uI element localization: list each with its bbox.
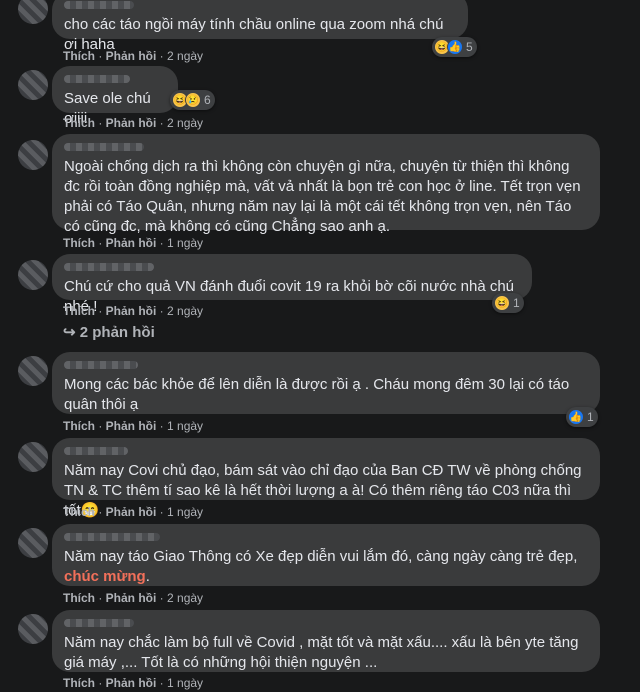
author-name[interactable] — [64, 75, 130, 83]
reply-button[interactable]: Phản hồi — [106, 236, 157, 250]
like-button[interactable]: Thích — [63, 116, 95, 130]
author-name[interactable] — [64, 263, 154, 271]
reply-button[interactable]: Phản hồi — [106, 419, 157, 433]
timestamp[interactable]: 2 ngày — [167, 49, 203, 63]
timestamp[interactable]: 1 ngày — [167, 236, 203, 250]
comment-actions: Thích · Phản hồi · 1 ngày — [63, 236, 204, 250]
view-replies-link[interactable]: ↪ 2 phản hồi — [63, 323, 155, 341]
timestamp[interactable]: 2 ngày — [167, 304, 203, 318]
reaction-summary[interactable]: 😆 😢 6 — [170, 90, 215, 110]
reply-button[interactable]: Phản hồi — [106, 676, 157, 690]
avatar[interactable] — [18, 70, 48, 100]
like-button[interactable]: Thích — [63, 676, 95, 690]
comment-actions: Thích · Phản hồi · 1 ngày — [63, 505, 204, 519]
author-name[interactable] — [64, 1, 134, 9]
comment-bubble: Năm nay chắc làm bộ full về Covid , mặt … — [52, 610, 600, 672]
comment-bubble: Năm nay Covi chủ đạo, bám sát vào chỉ đạ… — [52, 438, 600, 519]
like-button[interactable]: Thích — [63, 49, 95, 63]
timestamp[interactable]: 1 ngày — [167, 676, 203, 690]
like-icon: 👍 — [447, 39, 463, 55]
reaction-summary[interactable]: 😆 👍 5 — [432, 37, 477, 57]
reply-button[interactable]: Phản hồi — [106, 49, 157, 63]
author-name[interactable] — [64, 143, 144, 151]
comment-bubble: Chú cứ cho quả VN đánh đuổi covit 19 ra … — [52, 254, 532, 315]
reaction-count: 6 — [204, 93, 211, 107]
avatar[interactable] — [18, 260, 48, 290]
comment-actions: Thích · Phản hồi · 2 ngày — [63, 116, 204, 130]
comment-text-part: . — [145, 568, 150, 585]
reply-button[interactable]: Phản hồi — [106, 591, 157, 605]
timestamp[interactable]: 2 ngày — [167, 116, 203, 130]
reaction-count: 5 — [466, 40, 473, 54]
comment-text: Mong các bác khỏe để lên diễn là được rồ… — [64, 376, 570, 413]
reply-button[interactable]: Phản hồi — [106, 505, 157, 519]
avatar[interactable] — [18, 0, 48, 24]
haha-icon: 😆 — [494, 295, 510, 311]
like-button[interactable]: Thích — [63, 236, 95, 250]
sad-icon: 😢 — [185, 92, 201, 108]
avatar[interactable] — [18, 140, 48, 170]
comment-bubble: Mong các bác khỏe để lên diễn là được rồ… — [52, 352, 600, 414]
comment-text-part: Năm nay táo Giao Thông có Xe đẹp diễn vu… — [64, 548, 578, 565]
timestamp[interactable]: 1 ngày — [167, 505, 203, 519]
comment-text: Năm nay chắc làm bộ full về Covid , mặt … — [64, 634, 579, 671]
avatar[interactable] — [18, 442, 48, 472]
comment-bubble: Save ole chú ơiiii — [52, 66, 178, 127]
comment-actions: Thích · Phản hồi · 1 ngày — [63, 419, 204, 433]
like-button[interactable]: Thích — [63, 304, 95, 318]
reaction-summary[interactable]: 👍 1 — [566, 407, 598, 427]
avatar[interactable] — [18, 528, 48, 558]
reply-button[interactable]: Phản hồi — [106, 304, 157, 318]
author-name[interactable] — [64, 361, 138, 369]
reaction-summary[interactable]: 😆 1 — [492, 293, 524, 313]
author-name[interactable] — [64, 619, 134, 627]
reaction-count: 1 — [513, 296, 520, 310]
highlighted-text: chúc mừng — [64, 568, 146, 585]
comment-actions: Thích · Phản hồi · 2 ngày — [63, 591, 204, 605]
comment-actions: Thích · Phản hồi · 2 ngày — [63, 49, 204, 63]
timestamp[interactable]: 1 ngày — [167, 419, 203, 433]
like-button[interactable]: Thích — [63, 419, 95, 433]
author-name[interactable] — [64, 447, 128, 455]
reply-button[interactable]: Phản hồi — [106, 116, 157, 130]
avatar[interactable] — [18, 614, 48, 644]
reply-arrow-icon: ↪ — [63, 324, 76, 341]
author-name[interactable] — [64, 533, 160, 541]
comment-actions: Thích · Phản hồi · 1 ngày — [63, 676, 204, 690]
reaction-count: 1 — [587, 410, 594, 424]
comment-bubble: Ngoài chống dịch ra thì không còn chuyện… — [52, 134, 600, 235]
comment-actions: Thích · Phản hồi · 2 ngày — [63, 304, 204, 318]
like-icon: 👍 — [568, 409, 584, 425]
avatar[interactable] — [18, 356, 48, 386]
timestamp[interactable]: 2 ngày — [167, 591, 203, 605]
like-button[interactable]: Thích — [63, 505, 95, 519]
comment-bubble: cho các táo ngồi máy tính chầu online qu… — [52, 0, 468, 53]
comment-bubble: Năm nay táo Giao Thông có Xe đẹp diễn vu… — [52, 524, 600, 586]
like-button[interactable]: Thích — [63, 591, 95, 605]
comment-text: Năm nay táo Giao Thông có Xe đẹp diễn vu… — [64, 547, 588, 587]
comment-text: Ngoài chống dịch ra thì không còn chuyện… — [64, 158, 581, 235]
replies-count: 2 phản hồi — [79, 324, 155, 341]
